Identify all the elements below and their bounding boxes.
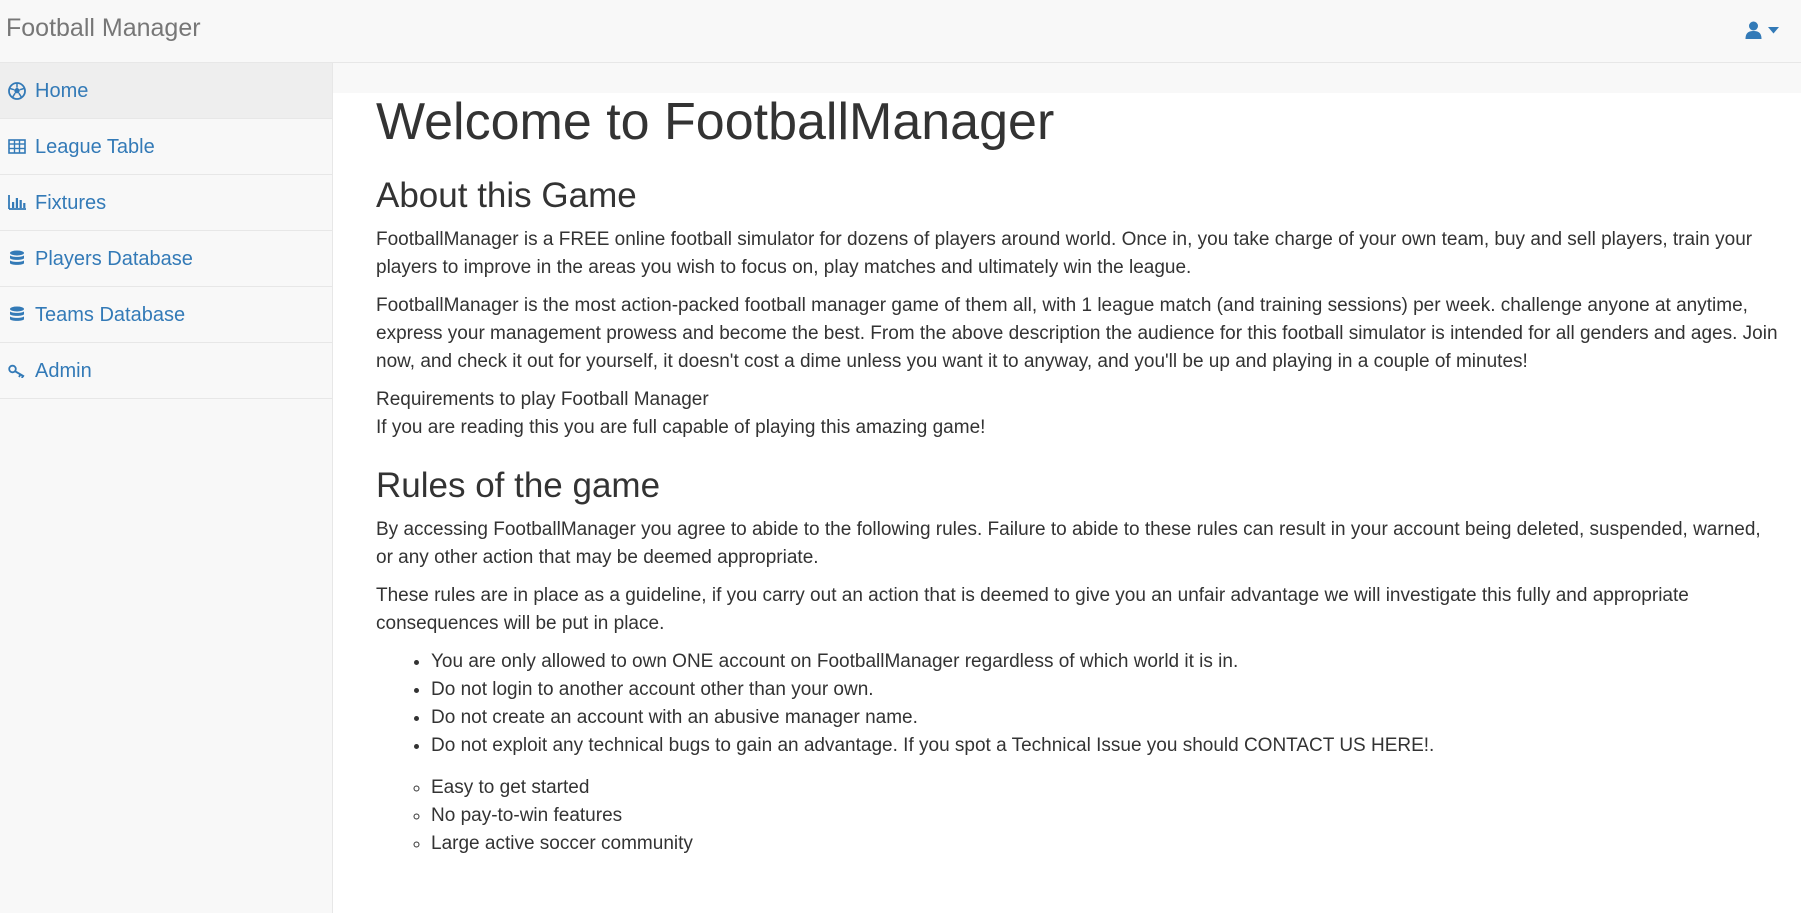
sidebar-item-label: Teams Database xyxy=(35,303,186,326)
list-item: You are only allowed to own ONE account … xyxy=(431,648,1781,676)
rules-list: You are only allowed to own ONE account … xyxy=(376,648,1781,760)
list-item: No pay-to-win features xyxy=(431,802,1781,830)
sidebar-item-label: League Table xyxy=(35,135,155,158)
bar-chart-icon xyxy=(7,193,27,213)
requirements-block: Requirements to play Football Manager If… xyxy=(376,386,1781,442)
main-content: Welcome to FootballManager About this Ga… xyxy=(376,84,1781,858)
brand-link[interactable]: Football Manager xyxy=(6,14,201,42)
sidebar-item-league-table[interactable]: League Table xyxy=(0,119,332,175)
database-icon xyxy=(7,249,27,269)
sidebar-item-label: Fixtures xyxy=(35,191,107,214)
sidebar-item-teams-database[interactable]: Teams Database xyxy=(0,287,332,343)
list-item: Easy to get started xyxy=(431,774,1781,802)
sidebar-item-home[interactable]: Home xyxy=(0,63,332,119)
features-list: Easy to get started No pay-to-win featur… xyxy=(376,774,1781,858)
sidebar: Home League Table Fixtures Players Datab… xyxy=(0,63,333,913)
requirements-title: Requirements to play Football Manager xyxy=(376,389,709,410)
table-icon xyxy=(7,137,27,157)
about-paragraph: FootballManager is a FREE online footbal… xyxy=(376,229,1753,278)
user-menu-dropdown[interactable] xyxy=(1745,18,1779,42)
sidebar-nav: Home League Table Fixtures Players Datab… xyxy=(0,63,332,399)
caret-down-icon xyxy=(1768,26,1779,34)
list-item: Do not login to another account other th… xyxy=(431,676,1781,704)
database-icon xyxy=(7,305,27,325)
sidebar-item-players-database[interactable]: Players Database xyxy=(0,231,332,287)
about-heading: About this Game xyxy=(376,176,637,215)
rules-paragraph: These rules are in place as a guideline,… xyxy=(376,585,1689,634)
sidebar-item-label: Home xyxy=(35,79,89,102)
list-item: Do not exploit any technical bugs to gai… xyxy=(431,732,1781,760)
requirements-text: If you are reading this you are full cap… xyxy=(376,417,986,438)
user-icon xyxy=(1745,21,1762,39)
top-navbar: Football Manager xyxy=(0,0,1801,63)
sidebar-item-admin[interactable]: Admin xyxy=(0,343,332,399)
sidebar-item-label: Players Database xyxy=(35,247,193,270)
key-icon xyxy=(7,361,27,381)
sidebar-item-label: Admin xyxy=(35,359,92,382)
list-item: Do not create an account with an abusive… xyxy=(431,704,1781,732)
sidebar-item-fixtures[interactable]: Fixtures xyxy=(0,175,332,231)
page-title: Welcome to FootballManager xyxy=(376,93,1055,151)
soccer-ball-icon xyxy=(7,81,27,101)
about-paragraph: FootballManager is the most action-packe… xyxy=(376,295,1778,372)
list-item: Large active soccer community xyxy=(431,830,1781,858)
rules-paragraph: By accessing FootballManager you agree t… xyxy=(376,519,1761,568)
rules-heading: Rules of the game xyxy=(376,466,661,505)
